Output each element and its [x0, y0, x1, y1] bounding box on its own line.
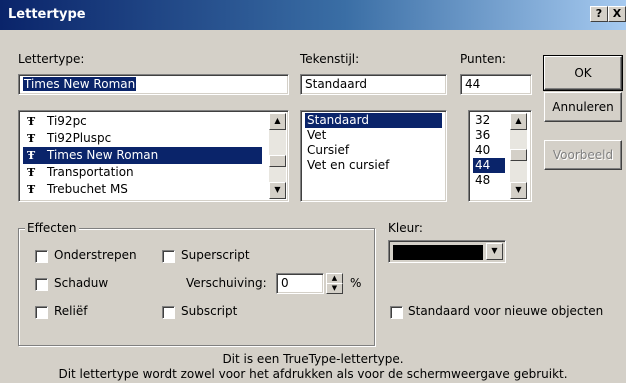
list-item[interactable]: Ŧ Ti92Pluspc: [23, 130, 262, 147]
shadow-label: Schaduw: [54, 276, 109, 290]
size-scrollbar[interactable]: ▲ ▼: [510, 113, 527, 199]
size-label: Punten:: [460, 52, 506, 66]
list-item-selected[interactable]: 44: [473, 158, 505, 173]
preview-button[interactable]: Voorbeeld: [544, 140, 622, 170]
list-item[interactable]: Cursief: [305, 143, 442, 158]
list-item[interactable]: Ŧ Trebuchet MS: [23, 181, 262, 198]
title-bar: [0, 0, 626, 30]
emboss-label: Reliëf: [54, 304, 88, 318]
color-swatch: [393, 245, 483, 260]
list-item[interactable]: Vet: [305, 128, 442, 143]
truetype-icon: Ŧ: [27, 149, 36, 162]
font-input-value: Times New Roman: [23, 77, 137, 91]
info-line-1: Dit is een TrueType-lettertype.: [222, 352, 404, 366]
close-button[interactable]: X: [608, 6, 626, 22]
style-label: Tekenstijl:: [300, 52, 360, 66]
list-item[interactable]: 48: [473, 173, 505, 188]
subscript-label: Subscript: [181, 304, 238, 318]
superscript-checkbox[interactable]: [162, 250, 175, 263]
font-scrollbar[interactable]: ▲ ▼: [269, 113, 286, 199]
size-list[interactable]: 32 36 40 44 48 ▲ ▼: [468, 110, 532, 202]
font-label: Lettertype:: [18, 52, 85, 66]
list-item-selected[interactable]: Standaard: [305, 113, 442, 128]
truetype-icon: Ŧ: [27, 166, 36, 179]
truetype-icon: Ŧ: [27, 183, 36, 196]
truetype-icon: Ŧ: [27, 115, 36, 128]
help-button[interactable]: ?: [590, 6, 608, 22]
list-item[interactable]: 40: [473, 143, 505, 158]
offset-spinner[interactable]: ▲ ▼: [326, 273, 343, 294]
scroll-thumb[interactable]: [510, 149, 527, 161]
superscript-label: Superscript: [181, 248, 250, 262]
size-input[interactable]: 44: [460, 74, 532, 95]
chevron-down-icon[interactable]: ▼: [486, 243, 503, 260]
effects-label: Effecten: [25, 221, 79, 235]
color-dropdown[interactable]: ▼: [388, 240, 506, 263]
info-line-2: Dit lettertype wordt zowel voor het afdr…: [58, 367, 568, 381]
font-input[interactable]: Times New Roman: [18, 74, 289, 95]
default-checkbox[interactable]: [390, 306, 403, 319]
underline-checkbox[interactable]: [35, 250, 48, 263]
spin-down-icon[interactable]: ▼: [326, 283, 343, 294]
list-item[interactable]: Ŧ Ti92pc: [23, 113, 262, 130]
offset-input[interactable]: 0: [276, 273, 324, 294]
list-item[interactable]: 36: [473, 128, 505, 143]
shadow-checkbox[interactable]: [35, 278, 48, 291]
underline-label: Onderstrepen: [54, 248, 137, 262]
default-checkbox-label: Standaard voor nieuwe objecten: [408, 304, 604, 318]
list-item-selected[interactable]: Ŧ Times New Roman: [23, 147, 262, 164]
scroll-up-icon[interactable]: ▲: [269, 113, 286, 130]
emboss-checkbox[interactable]: [35, 306, 48, 319]
scroll-thumb[interactable]: [269, 155, 286, 167]
scroll-up-icon[interactable]: ▲: [510, 113, 527, 130]
style-input[interactable]: Standaard: [300, 74, 447, 95]
list-item[interactable]: Ŧ Transportation: [23, 164, 262, 181]
scroll-down-icon[interactable]: ▼: [269, 182, 286, 199]
window-title: Lettertype: [8, 7, 86, 22]
list-item[interactable]: 32: [473, 113, 505, 128]
offset-label: Verschuiving:: [186, 276, 267, 290]
subscript-checkbox[interactable]: [162, 306, 175, 319]
color-label: Kleur:: [388, 221, 423, 235]
ok-button[interactable]: OK: [543, 55, 623, 91]
scroll-down-icon[interactable]: ▼: [510, 182, 527, 199]
list-item[interactable]: Vet en cursief: [305, 158, 442, 173]
offset-unit: %: [350, 276, 362, 290]
style-list[interactable]: Standaard Vet Cursief Vet en cursief: [300, 110, 447, 202]
font-list[interactable]: Ŧ Ti92pc Ŧ Ti92Pluspc Ŧ Times New Roman Ŧ Tr…: [18, 110, 289, 202]
truetype-icon: Ŧ: [27, 132, 36, 145]
cancel-button[interactable]: Annuleren: [544, 92, 622, 122]
